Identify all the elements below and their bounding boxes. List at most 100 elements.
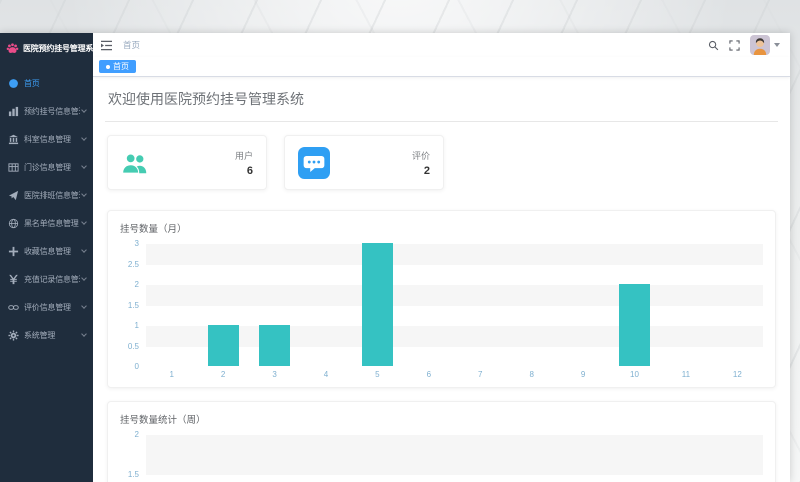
content-area: 欢迎使用医院预约挂号管理系统 用户 6 评价 2 挂号数量（月） 3 2.5 2 1.5 1 0… bbox=[93, 77, 790, 482]
sidebar-item-label: 黑名单信息管理 bbox=[24, 218, 79, 228]
chart-plot-area: 3 2.5 2 1.5 1 0.5 0 bbox=[116, 240, 763, 371]
sidebar-item-label: 系统管理 bbox=[24, 330, 56, 340]
sidebar-item-label: 预约挂号信息管理 bbox=[24, 106, 80, 116]
chevron-down-icon bbox=[81, 191, 87, 197]
chevron-down-icon bbox=[81, 107, 87, 113]
dashboard-icon bbox=[8, 78, 19, 89]
y-tick-label: 0.5 bbox=[127, 341, 139, 351]
main-column: 首页 首页 欢迎使用医院预约挂号管理系统 用户 6 评价 2 挂号数量（月） 3 2.5… bbox=[93, 33, 790, 482]
grid-band bbox=[146, 475, 763, 482]
tab-home[interactable]: 首页 bbox=[99, 60, 136, 73]
grid-band bbox=[146, 305, 763, 326]
stat-card-1: 评价 2 bbox=[284, 135, 444, 190]
sidebar-item-label: 充值记录信息管理 bbox=[24, 274, 80, 284]
stat-label: 用户 bbox=[234, 150, 253, 161]
plot bbox=[146, 243, 763, 367]
globe-icon bbox=[8, 218, 19, 229]
monthly-registrations-chart: 挂号数量（月） 3 2.5 2 1.5 1 0.5 0 1 2 3 4 5 6 7 8 9 10 11 12 bbox=[107, 210, 776, 388]
sidebar-item-1[interactable]: 预约挂号信息管理 bbox=[0, 97, 93, 125]
sidebar-item-4[interactable]: 医院排班信息管理 bbox=[0, 181, 93, 209]
y-tick-label: 3 bbox=[134, 239, 139, 248]
sidebar-item-5[interactable]: 黑名单信息管理 bbox=[0, 209, 93, 237]
sidebar-item-3[interactable]: 门诊信息管理 bbox=[0, 153, 93, 181]
plus-icon bbox=[8, 246, 19, 257]
sidebar-item-label: 门诊信息管理 bbox=[24, 162, 71, 172]
app-logo: 医院预约挂号管理系统 bbox=[0, 33, 101, 63]
building-icon bbox=[8, 134, 19, 145]
bar-month-10 bbox=[619, 284, 650, 366]
bar-month-2 bbox=[207, 325, 239, 366]
comment-icon bbox=[298, 146, 330, 179]
y-tick-label: 2.5 bbox=[127, 259, 139, 269]
divider bbox=[105, 121, 778, 122]
sidebar-item-0[interactable]: 首页 bbox=[0, 69, 93, 97]
breadcrumb[interactable]: 首页 bbox=[123, 39, 140, 51]
tab-label: 首页 bbox=[113, 62, 129, 71]
bar-chart-icon bbox=[8, 106, 19, 117]
chart-plot-area: 21.510.50 bbox=[116, 431, 763, 482]
x-tick-label: 7 bbox=[478, 370, 483, 379]
x-tick-label: 9 bbox=[580, 370, 586, 379]
send-icon bbox=[8, 190, 19, 201]
sidebar-toggle-icon[interactable] bbox=[100, 40, 113, 51]
fullscreen-icon[interactable] bbox=[729, 39, 740, 51]
y-tick-label: 0 bbox=[134, 362, 139, 371]
bar-month-5 bbox=[361, 243, 393, 366]
sidebar-item-2[interactable]: 科室信息管理 bbox=[0, 125, 93, 153]
stat-value: 2 bbox=[423, 164, 430, 177]
x-tick-label: 2 bbox=[220, 370, 226, 379]
sidebar-item-label: 评价信息管理 bbox=[24, 302, 71, 312]
chevron-down-icon bbox=[81, 247, 87, 253]
chevron-down-icon bbox=[81, 163, 87, 169]
gear-icon bbox=[8, 329, 19, 341]
sidebar-item-7[interactable]: 充值记录信息管理 bbox=[0, 265, 93, 293]
page-title: 欢迎使用医院预约挂号管理系统 bbox=[108, 91, 304, 107]
grid-band bbox=[146, 346, 763, 367]
sidebar-item-label: 首页 bbox=[24, 78, 40, 88]
sidebar-item-label: 收藏信息管理 bbox=[24, 246, 71, 256]
stat-value: 6 bbox=[246, 164, 253, 177]
sidebar-item-label: 医院排班信息管理 bbox=[24, 190, 80, 200]
table-icon bbox=[8, 162, 19, 173]
link-icon bbox=[8, 302, 19, 313]
grid-band bbox=[146, 264, 763, 285]
y-tick-label: 1 bbox=[134, 321, 139, 330]
chart-title: 挂号数量统计（周） bbox=[120, 415, 206, 426]
sidebar-item-8[interactable]: 评价信息管理 bbox=[0, 293, 93, 321]
search-icon[interactable] bbox=[708, 40, 719, 51]
x-axis: 1 2 3 4 5 6 7 8 9 10 11 12 bbox=[146, 370, 763, 379]
tab-active-dot bbox=[106, 64, 110, 69]
y-tick-label: 2 bbox=[134, 280, 139, 289]
users-icon bbox=[121, 152, 150, 174]
x-tick-label: 12 bbox=[732, 370, 742, 379]
grid-band bbox=[146, 285, 763, 306]
avatar[interactable] bbox=[750, 35, 770, 55]
chart-title: 挂号数量（月） bbox=[120, 224, 187, 235]
y-axis: 3 2.5 2 1.5 1 0.5 0 bbox=[116, 240, 146, 371]
sidebar-item-6[interactable]: 收藏信息管理 bbox=[0, 237, 93, 265]
grid-band bbox=[146, 435, 763, 475]
sidebar: 医院预约挂号管理系统 首页预约挂号信息管理科室信息管理门诊信息管理医院排班信息管… bbox=[0, 33, 101, 482]
weekly-registrations-chart: 挂号数量统计（周） 21.510.50 bbox=[107, 401, 776, 482]
app-window: 医院预约挂号管理系统 首页预约挂号信息管理科室信息管理门诊信息管理医院排班信息管… bbox=[0, 33, 790, 482]
plot bbox=[146, 435, 763, 482]
y-tick-label: 1.5 bbox=[127, 300, 139, 310]
stat-cards-row: 用户 6 评价 2 bbox=[107, 135, 776, 190]
stat-label: 评价 bbox=[411, 150, 430, 161]
chevron-down-icon bbox=[81, 303, 87, 309]
x-tick-label: 5 bbox=[375, 370, 380, 379]
bar-month-3 bbox=[259, 325, 290, 366]
topbar: 首页 bbox=[93, 33, 790, 57]
grid-band bbox=[146, 326, 763, 347]
caret-down-icon[interactable] bbox=[774, 43, 780, 47]
paw-icon bbox=[6, 42, 19, 55]
x-tick-label: 10 bbox=[630, 370, 639, 379]
stat-card-0: 用户 6 bbox=[107, 135, 267, 190]
yen-icon bbox=[8, 274, 19, 285]
y-axis: 21.510.50 bbox=[116, 431, 146, 482]
sidebar-item-label: 科室信息管理 bbox=[24, 134, 71, 144]
chevron-down-icon bbox=[81, 275, 87, 281]
sidebar-menu: 首页预约挂号信息管理科室信息管理门诊信息管理医院排班信息管理黑名单信息管理收藏信… bbox=[0, 69, 93, 349]
sidebar-item-9[interactable]: 系统管理 bbox=[0, 321, 93, 349]
tabbar: 首页 bbox=[93, 57, 790, 77]
